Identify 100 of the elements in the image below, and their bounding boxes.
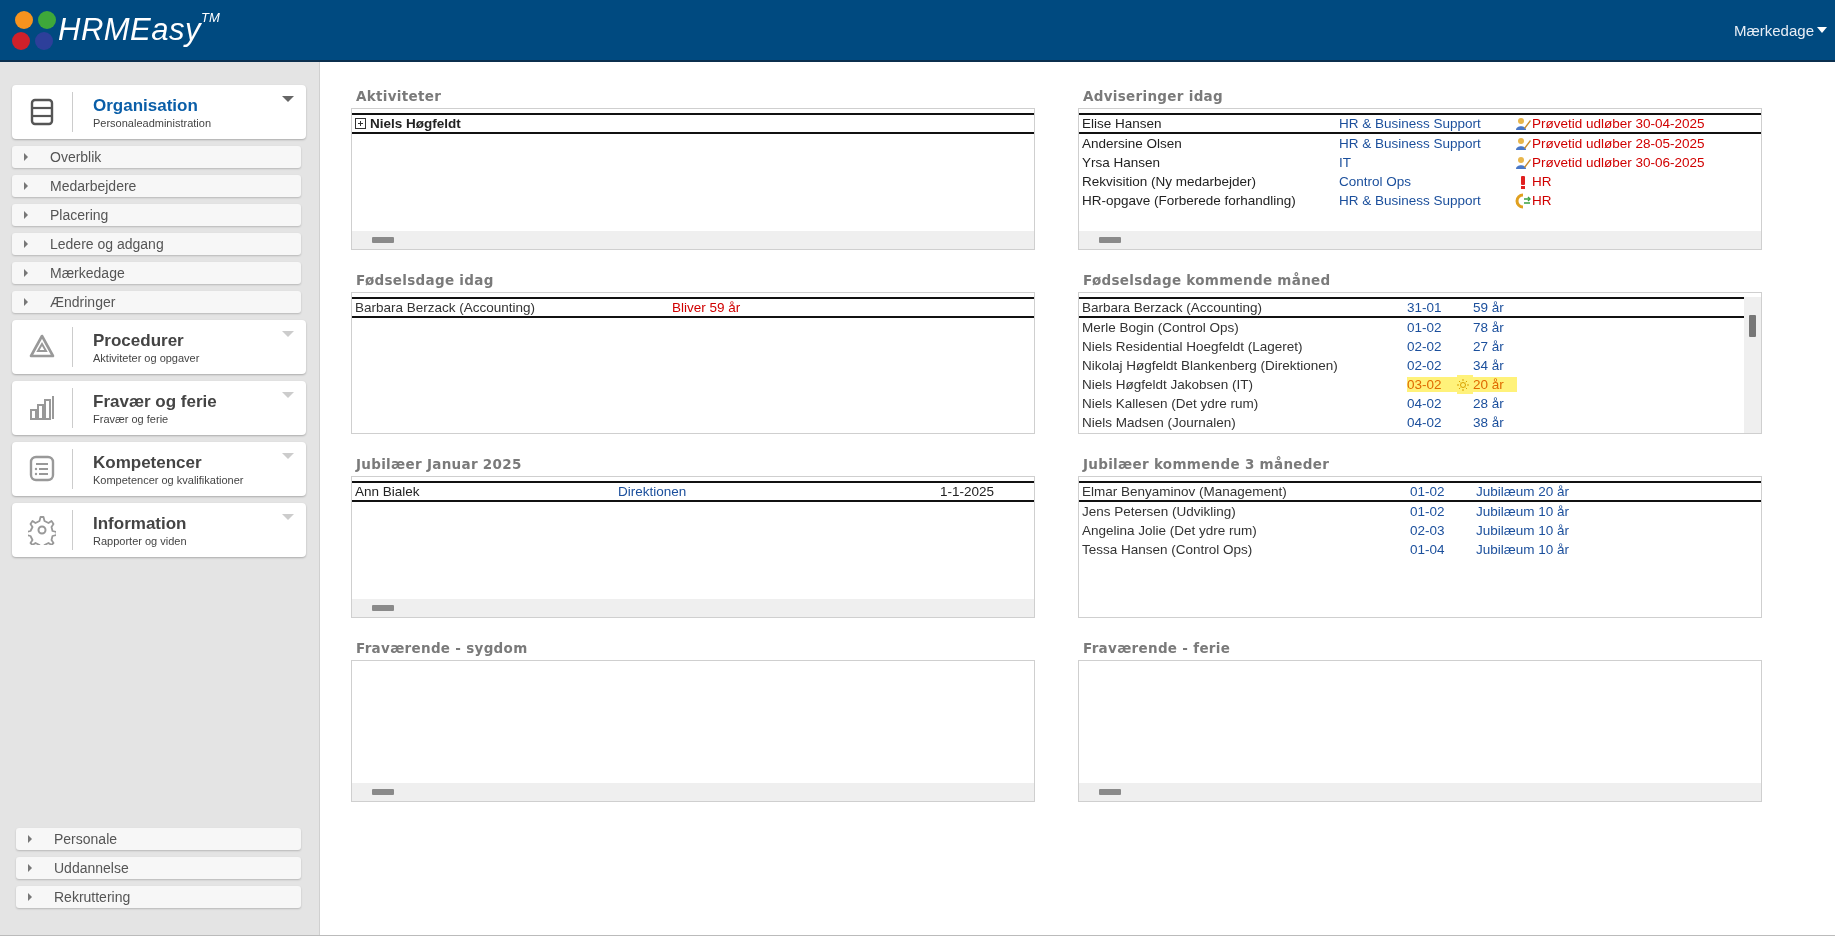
table-cell-text: 04-02 (1407, 396, 1443, 411)
panel-title: Jubilæer kommende 3 måneder (1081, 455, 1331, 474)
sidebar-item[interactable]: Mærkedage (12, 262, 301, 284)
caret-icon (282, 453, 294, 459)
table-row[interactable]: Niels Residential Hoegfeldt (Lageret) 02-02 27 år (1079, 337, 1744, 356)
table-cell-text: Tessa Hansen (Control Ops) (1082, 542, 1254, 557)
horizontal-scrollbar[interactable] (1079, 783, 1761, 801)
caret-icon (28, 864, 32, 872)
table-cell-text: Jubilæum 10 år (1476, 542, 1571, 557)
module-title: Information (93, 513, 187, 534)
table-cell-text: 34 år (1473, 358, 1505, 373)
sidebar-item[interactable]: Personale (16, 828, 301, 850)
table-row[interactable]: Niels Kallesen (Det ydre rum) 04-02 28 år (1079, 394, 1744, 413)
table-row[interactable]: Niels Høgfeldt (352, 113, 1034, 134)
table-cell-text: 02-03 (1410, 523, 1446, 538)
caret-icon (28, 835, 32, 843)
table-cell-text: HR (1532, 193, 1553, 208)
sidebar-item[interactable]: Medarbejdere (12, 175, 301, 197)
horizontal-scrollbar[interactable] (352, 231, 1034, 249)
panel-title: Fødselsdage idag (355, 271, 495, 290)
table-cell-text: Niels Kallesen (Det ydre rum) (1082, 396, 1260, 411)
sidebar-item[interactable]: Ændringer (12, 291, 301, 313)
table-row[interactable]: Barbara Berzack (Accounting) 31-01 59 år (1079, 297, 1744, 318)
panel-title: Jubilæer Januar 2025 (354, 455, 523, 474)
cabinet-icon (28, 97, 56, 127)
module-card[interactable]: Information Rapporter og viden (12, 503, 306, 557)
horizontal-scrollbar[interactable] (352, 599, 1034, 617)
person-pencil-icon (1515, 115, 1531, 132)
table-cell-text: Prøvetid udløber 30-06-2025 (1532, 155, 1706, 170)
table-row[interactable]: Tessa Hansen (Control Ops) 01-04 Jubilæum 10 år (1079, 540, 1761, 559)
logo-text: HRMEasy (58, 12, 201, 48)
table-cell-text: Elmar Benyaminov (Management) (1082, 484, 1288, 499)
plus-box-icon[interactable] (355, 118, 366, 129)
table-cell-text: Jubilæum 10 år (1476, 523, 1571, 538)
table-cell-text: 01-02 (1407, 320, 1443, 335)
table-cell-text: Prøvetid udløber 30-04-2025 (1532, 116, 1706, 131)
table-row[interactable]: Elise Hansen HR & Business Support Prøvetid udløber 30-04-2025 (1079, 113, 1761, 134)
bar-chart-icon (28, 393, 56, 423)
table-row[interactable]: Rekvisition (Ny medarbejder) Control Ops HR (1079, 172, 1761, 191)
vertical-scrollbar[interactable] (1744, 297, 1761, 433)
arrows-icon (1515, 192, 1531, 209)
panel-title: Fødselsdage kommende måned (1082, 271, 1332, 290)
table-row[interactable]: HR-opgave (Forberede forhandling) HR & Business Support HR (1079, 191, 1761, 210)
table-cell-text: Merle Bogin (Control Ops) (1082, 320, 1240, 335)
table-cell-text: 01-02 (1410, 484, 1446, 499)
table-row[interactable]: Jens Petersen (Udvikling) 01-02 Jubilæum 10 år (1079, 502, 1761, 521)
caret-icon (282, 514, 294, 520)
sidebar-item[interactable]: Placering (12, 204, 301, 226)
person-pencil-icon (1515, 154, 1531, 171)
table-cell-text: Prøvetid udløber 28-05-2025 (1532, 136, 1706, 151)
module-title: Procedurer (93, 330, 184, 351)
table-cell-text: 28 år (1473, 396, 1505, 411)
table-cell-text: Barbara Berzack (Accounting) (1082, 300, 1264, 315)
table-row[interactable]: Niels Høgfeldt Jakobsen (IT) 03-02 20 år (1079, 375, 1744, 394)
caret-icon (24, 211, 28, 219)
module-subtitle: Personaleadministration (93, 116, 211, 129)
table-cell-text: HR & Business Support (1339, 136, 1482, 151)
table-cell-text: 59 år (1473, 300, 1505, 315)
table-cell-text: Niels Høgfeldt (370, 116, 462, 131)
table-cell-text: Angelina Jolie (Det ydre rum) (1082, 523, 1258, 538)
table-row[interactable]: Andersine Olsen HR & Business Support Prøvetid udløber 28-05-2025 (1079, 134, 1761, 153)
module-card[interactable]: Procedurer Aktiviteter og opgaver (12, 320, 306, 374)
horizontal-scrollbar[interactable] (352, 783, 1034, 801)
table-row[interactable]: Niels Madsen (Journalen) 04-02 38 år (1079, 413, 1744, 432)
table-row[interactable]: Angelina Jolie (Det ydre rum) 02-03 Jubilæum 10 år (1079, 521, 1761, 540)
table-cell-text: 01-02 (1410, 504, 1446, 519)
module-subtitle: Kompetencer og kvalifikationer (93, 473, 244, 486)
person-pencil-icon (1515, 135, 1531, 152)
table-cell-text: Nikolaj Høgfeldt Blankenberg (Direktionen) (1082, 358, 1339, 373)
table-cell-text: 27 år (1473, 339, 1505, 354)
module-card[interactable]: Organisation Personaleadministration (12, 85, 306, 139)
table-cell-text: Jens Petersen (Udvikling) (1082, 504, 1237, 519)
table-cell-text: 01-04 (1410, 542, 1446, 557)
sidebar-item[interactable]: Ledere og adgang (12, 233, 301, 255)
table-row[interactable]: Nikolaj Høgfeldt Blankenberg (Direktionen) 02-02 34 år (1079, 356, 1744, 375)
caret-icon (24, 182, 28, 190)
sidebar-item[interactable]: Overblik (12, 146, 301, 168)
module-card[interactable]: Kompetencer Kompetencer og kvalifikationer (12, 442, 306, 496)
menu-button[interactable]: Mærkedage (1733, 21, 1827, 39)
sidebar-item[interactable]: Uddannelse (16, 857, 301, 879)
table-row[interactable]: Merle Bogin (Control Ops) 01-02 78 år (1079, 318, 1744, 337)
table-cell: 03-02 (1407, 377, 1457, 392)
table-row[interactable]: Ann Bialek Direktionen 1-1-2025 (352, 481, 1034, 502)
caret-icon (282, 96, 294, 102)
caret-icon (282, 331, 294, 337)
panel-title: Fraværende - ferie (1082, 639, 1232, 658)
table-row[interactable]: Yrsa Hansen IT Prøvetid udløber 30-06-2025 (1079, 153, 1761, 172)
table-cell-text: Niels Residential Hoegfeldt (Lageret) (1082, 339, 1304, 354)
table-cell-text: Niels Madsen (Journalen) (1082, 415, 1237, 430)
caret-icon (24, 269, 28, 277)
module-card[interactable]: Fravær og ferie Fravær og ferie (12, 381, 306, 435)
sun-icon (1457, 378, 1469, 391)
table-row[interactable]: Elmar Benyaminov (Management) 01-02 Jubilæum 20 år (1079, 481, 1761, 502)
sidebar-item[interactable]: Rekruttering (16, 886, 301, 908)
table-cell-text: 02-02 (1407, 339, 1443, 354)
table-cell-text: Ann Bialek (355, 484, 421, 499)
table-row[interactable]: Barbara Berzack (Accounting) Bliver 59 år (352, 297, 1034, 318)
table-cell-text: Bliver 59 år (672, 300, 742, 315)
table-cell-text: HR & Business Support (1339, 116, 1482, 131)
horizontal-scrollbar[interactable] (1079, 231, 1761, 249)
